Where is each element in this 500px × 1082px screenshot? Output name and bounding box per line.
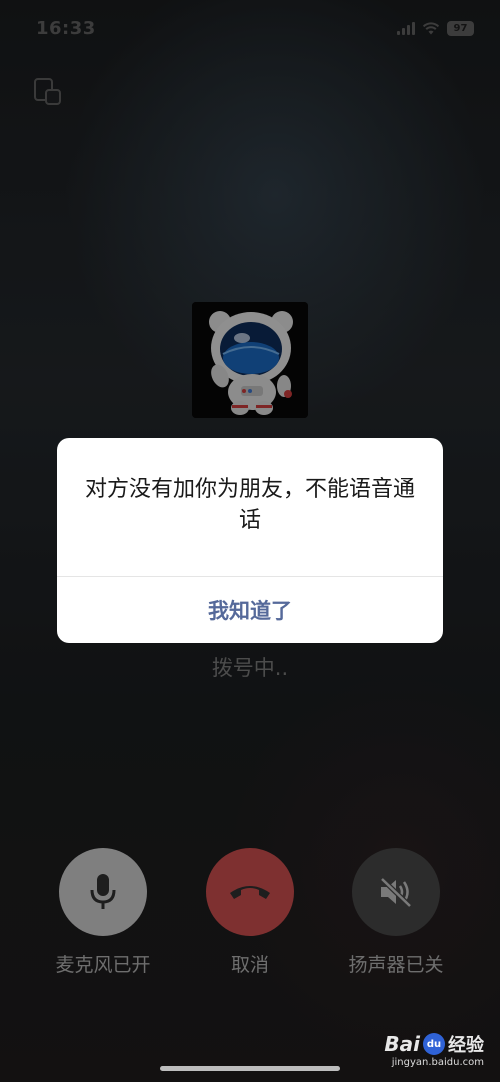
dialog-confirm-button[interactable]: 我知道了 [57,577,443,643]
phone-hangup-icon [230,886,270,899]
alert-dialog: 对方没有加你为朋友，不能语音通话 我知道了 [57,438,443,643]
speaker-control: 扬声器已关 [321,848,471,977]
speaker-label: 扬声器已关 [348,954,444,976]
baidu-logo: Bai du 经验 [384,1032,484,1056]
watermark-url: jingyan.baidu.com [391,1057,484,1068]
call-status-text: 拨号中.. [211,656,289,680]
speaker-muted-icon [380,877,412,908]
dialog-message: 对方没有加你为朋友，不能语音通话 [84,477,415,533]
paw-icon: du [423,1033,445,1055]
microphone-icon [90,874,116,909]
hang-up-button[interactable] [206,848,294,936]
home-indicator[interactable] [160,1066,340,1071]
mic-label: 麦克风已开 [55,954,151,976]
mic-toggle-button[interactable] [59,848,147,936]
cancel-label: 取消 [230,954,269,976]
speaker-toggle-button[interactable] [352,848,440,936]
mic-control: 麦克风已开 [28,848,178,977]
cancel-control: 取消 [175,848,325,977]
baidu-watermark: Bai du 经验 jingyan.baidu.com [384,1031,484,1068]
